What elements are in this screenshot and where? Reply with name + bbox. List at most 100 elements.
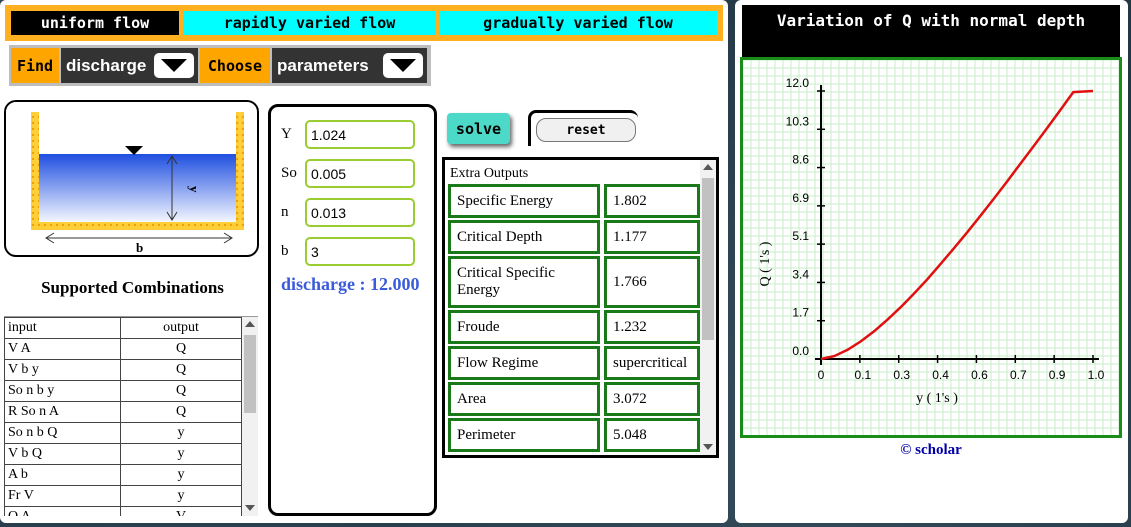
row-input-cell: V A bbox=[4, 338, 121, 360]
x-tick-label: 1.0 bbox=[1088, 368, 1105, 382]
right-wall bbox=[236, 112, 244, 230]
row-output-cell: Q bbox=[120, 359, 242, 381]
choose-label: Choose bbox=[200, 48, 270, 83]
choose-select-value: parameters bbox=[277, 55, 369, 75]
extra-output-value: 1.232 bbox=[604, 310, 700, 344]
find-select[interactable]: discharge bbox=[61, 48, 198, 83]
extra-output-row: Critical Depth 1.177 bbox=[448, 220, 700, 254]
extra-output-value: supercritical bbox=[604, 346, 700, 380]
row-output-cell: y bbox=[120, 443, 242, 465]
extra-output-value: 5.048 bbox=[604, 418, 700, 452]
table-row: A by bbox=[4, 464, 242, 486]
chevron-down-icon bbox=[390, 59, 416, 72]
inputs-panel: Y So n b discharge : 12.000 bbox=[268, 104, 437, 516]
extra-outputs-panel[interactable]: Extra Outputs Specific Energy 1.802 Critic… bbox=[442, 157, 719, 458]
row-output-cell: Q bbox=[120, 401, 242, 423]
table-row: V b Qy bbox=[4, 443, 242, 465]
row-output-cell: y bbox=[120, 422, 242, 444]
row-output-cell: V bbox=[120, 506, 242, 516]
find-label: Find bbox=[11, 48, 59, 83]
left-wall bbox=[31, 112, 39, 230]
result-text: discharge : 12.000 bbox=[281, 274, 420, 294]
y-tick-label: 6.9 bbox=[792, 191, 809, 205]
combinations-scrollbar[interactable] bbox=[242, 317, 258, 516]
row-input-cell: R So n A bbox=[4, 401, 121, 423]
extra-output-row: Froude 1.232 bbox=[448, 310, 700, 344]
extra-output-name: Perimeter bbox=[448, 418, 600, 452]
water-body bbox=[39, 154, 236, 222]
extra-output-value: 3.072 bbox=[604, 382, 700, 416]
find-select-value: discharge bbox=[66, 55, 147, 75]
row-input-cell: A b bbox=[4, 464, 121, 486]
y-tick-label: 5.1 bbox=[792, 229, 809, 243]
combinations-scroll-thumb[interactable] bbox=[244, 335, 256, 413]
extra-outputs-title: Extra Outputs bbox=[450, 166, 529, 181]
so-input[interactable] bbox=[305, 159, 415, 188]
chevron-down-icon bbox=[161, 59, 187, 72]
chart-area: 0.0 1.7 3.4 5.1 6.9 8.6 10.3 12.0 0 0.1 0.3 0.4 0.6 0… bbox=[740, 57, 1122, 438]
header-input: input bbox=[4, 317, 121, 339]
extra-output-name: Critical Depth bbox=[448, 220, 600, 254]
extra-output-name: Flow Regime bbox=[448, 346, 600, 380]
channel-bed bbox=[31, 222, 244, 230]
tab-gradually-varied-flow[interactable]: gradually varied flow bbox=[439, 11, 717, 35]
b-input[interactable] bbox=[305, 237, 415, 266]
channel-diagram: y b bbox=[4, 100, 259, 257]
scroll-up-icon[interactable] bbox=[703, 164, 713, 170]
y-tick-label: 0.0 bbox=[792, 344, 809, 358]
row-input-cell: V b Q bbox=[4, 443, 121, 465]
choose-select[interactable]: parameters bbox=[272, 48, 427, 83]
channel-illustration: y b bbox=[31, 112, 244, 255]
extra-output-value: 1.802 bbox=[604, 184, 700, 218]
n-input[interactable] bbox=[305, 198, 415, 227]
reset-button[interactable]: reset bbox=[536, 118, 636, 142]
depth-label: y bbox=[187, 186, 202, 193]
tab-bar: uniform flow rapidly varied flow gradual… bbox=[5, 5, 723, 41]
scroll-down-icon[interactable] bbox=[245, 505, 255, 511]
extra-output-row: Area 3.072 bbox=[448, 382, 700, 416]
y-tick-label: 1.7 bbox=[792, 306, 809, 320]
extra-output-value: 1.177 bbox=[604, 220, 700, 254]
b-label: b bbox=[281, 243, 289, 259]
x-axis-label: y ( 1's ) bbox=[916, 391, 958, 406]
n-label: n bbox=[281, 204, 289, 220]
table-row: So n b Qy bbox=[4, 422, 242, 444]
extra-outputs-scroll-thumb[interactable] bbox=[702, 178, 714, 340]
solve-button[interactable]: solve bbox=[447, 113, 510, 144]
combinations-title: Supported Combinations bbox=[41, 278, 224, 297]
y-label: Y bbox=[281, 126, 292, 142]
extra-output-row: Perimeter 5.048 bbox=[448, 418, 700, 452]
combinations-table-container[interactable]: input output V AQV b y Q So n b yQR So n AQS… bbox=[4, 316, 258, 516]
tab-rapidly-varied-flow[interactable]: rapidly varied flow bbox=[183, 11, 436, 35]
table-row: Q AV bbox=[4, 506, 242, 516]
x-tick-label: 0.6 bbox=[971, 368, 988, 382]
so-label: So bbox=[281, 165, 297, 181]
chart-title: Variation of Q with normal depth bbox=[742, 5, 1120, 57]
y-input[interactable] bbox=[305, 120, 415, 149]
scroll-up-icon[interactable] bbox=[245, 321, 255, 327]
copyright-text: © scholar bbox=[900, 442, 962, 458]
x-tick-label: 0.1 bbox=[855, 368, 872, 382]
row-output-cell: Q bbox=[120, 338, 242, 360]
width-label: b bbox=[136, 240, 143, 255]
extra-output-row: Flow Regime supercritical bbox=[448, 346, 700, 380]
toolbar: Find discharge Choose parameters bbox=[9, 45, 431, 86]
tab-uniform-flow[interactable]: uniform flow bbox=[11, 11, 179, 35]
extra-output-name: Critical Specific Energy bbox=[448, 256, 600, 308]
extra-output-name: Froude bbox=[448, 310, 600, 344]
find-dropdown-button[interactable] bbox=[154, 53, 194, 78]
extra-output-name: Specific Energy bbox=[448, 184, 600, 218]
extra-output-row: Specific Energy 1.802 bbox=[448, 184, 700, 218]
combinations-table: input output V AQV b y Q So n b yQR So n AQS… bbox=[4, 317, 242, 516]
table-header-row: input output bbox=[4, 317, 242, 339]
scroll-down-icon[interactable] bbox=[703, 444, 713, 450]
choose-dropdown-button[interactable] bbox=[383, 53, 423, 78]
x-tick-label: 0.4 bbox=[932, 368, 949, 382]
extra-outputs-scrollbar[interactable] bbox=[700, 160, 716, 455]
x-tick-label: 0.3 bbox=[893, 368, 910, 382]
header-output: output bbox=[120, 317, 242, 339]
row-output-cell: y bbox=[120, 485, 242, 507]
q-vs-depth-chart: 0.0 1.7 3.4 5.1 6.9 8.6 10.3 12.0 0 0.1 0.3 0.4 0.6 0… bbox=[743, 60, 1119, 435]
row-input-cell: So n b Q bbox=[4, 422, 121, 444]
y-tick-label: 12.0 bbox=[786, 76, 810, 90]
